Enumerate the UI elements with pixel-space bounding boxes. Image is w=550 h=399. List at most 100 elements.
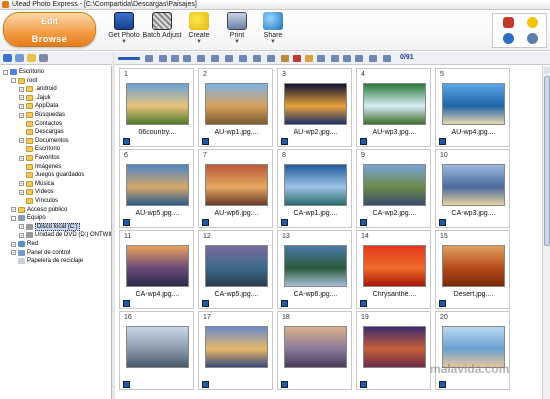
photo-cell[interactable]: 16: [119, 311, 194, 390]
expand-icon[interactable]: +: [19, 224, 24, 230]
photo-thumbnail[interactable]: [363, 83, 426, 125]
photo-thumbnail[interactable]: [442, 83, 505, 125]
collapse-icon[interactable]: -: [11, 78, 16, 84]
photo-cell[interactable]: 18: [277, 311, 352, 390]
expand-icon[interactable]: +: [19, 138, 24, 144]
tip-icon[interactable]: [527, 17, 538, 28]
thumbnail-size-slider[interactable]: [118, 57, 140, 60]
photo-cell[interactable]: 11 CA-wp4.jpg....: [119, 230, 194, 309]
photo-cell[interactable]: 17: [198, 311, 273, 390]
zoom-icon[interactable]: [183, 55, 191, 62]
photo-cell[interactable]: 6 AU-wp5.jpg....: [119, 149, 194, 228]
tree-item[interactable]: + Música: [19, 180, 54, 188]
photo-cell[interactable]: 13 CA-wp6.jpg....: [277, 230, 352, 309]
rotate-right-icon[interactable]: [171, 55, 179, 62]
photo-cell[interactable]: 20: [435, 311, 510, 390]
mail-icon[interactable]: [305, 55, 313, 62]
photo-cell[interactable]: 4 AU-wp3.jpg....: [356, 68, 431, 147]
photo-cell[interactable]: 14 Chrysanthe....: [356, 230, 431, 309]
edit-mode-button[interactable]: Edit: [4, 13, 95, 30]
create-button[interactable]: Create ▼: [178, 12, 220, 50]
expand-icon[interactable]: +: [19, 103, 24, 109]
expand-icon[interactable]: +: [19, 155, 24, 161]
photo-cell[interactable]: 9 CA-wp2.jpg....: [356, 149, 431, 228]
tree-item[interactable]: + Disco local (C:): [19, 222, 80, 231]
tree-item[interactable]: + .android: [19, 85, 57, 93]
search-icon[interactable]: [527, 33, 538, 44]
photo-thumbnail[interactable]: [284, 164, 347, 206]
photo-thumbnail[interactable]: [126, 245, 189, 287]
collapse-icon[interactable]: -: [3, 69, 8, 75]
tree-item[interactable]: + Búsquedas: [19, 111, 65, 119]
properties-icon[interactable]: [355, 55, 363, 62]
photo-cell[interactable]: 8 CA-wp1.jpg....: [277, 149, 352, 228]
photo-thumbnail[interactable]: [205, 83, 268, 125]
rotate-left-icon[interactable]: [159, 55, 167, 62]
scroll-up-icon[interactable]: [544, 67, 550, 74]
expand-icon[interactable]: +: [19, 112, 24, 118]
photo-thumbnail[interactable]: [284, 245, 347, 287]
expand-icon[interactable]: +: [19, 232, 24, 238]
photo-cell[interactable]: 2 AU-wp1.jpg....: [198, 68, 273, 147]
tree-item[interactable]: - root: [11, 77, 37, 85]
photo-cell[interactable]: 1 06country....: [119, 68, 194, 147]
tree-item[interactable]: Contactos: [19, 120, 62, 128]
nav-prev-icon[interactable]: [369, 55, 377, 62]
tree-item[interactable]: + Documentos: [19, 137, 69, 145]
photo-thumbnail[interactable]: [205, 326, 268, 368]
tree-item[interactable]: + Unidad de DVD (D:) ONTWIN: [19, 231, 111, 239]
tree-item[interactable]: - Escritorio: [3, 68, 44, 76]
photo-thumbnail[interactable]: [205, 245, 268, 287]
share-button[interactable]: Share ▼: [252, 12, 294, 50]
expand-icon[interactable]: +: [11, 241, 16, 247]
photo-thumbnail[interactable]: [363, 245, 426, 287]
tree-item[interactable]: + .Jajuk: [19, 94, 51, 102]
grid-view-icon[interactable]: [197, 55, 205, 62]
photo-cell[interactable]: 15 Desert.jpg....: [435, 230, 510, 309]
photo-cell[interactable]: 7 AU-wp6.jpg....: [198, 149, 273, 228]
list-view-icon[interactable]: [211, 55, 219, 62]
photo-thumbnail[interactable]: [284, 83, 347, 125]
move-icon[interactable]: [343, 55, 351, 62]
expand-icon[interactable]: +: [19, 86, 24, 92]
pencil-icon[interactable]: [281, 55, 289, 62]
tree-item[interactable]: + AppData: [19, 102, 58, 110]
info-icon[interactable]: [317, 55, 325, 62]
photo-cell[interactable]: 12 CA-wp5.jpg....: [198, 230, 273, 309]
tree-item[interactable]: + Red: [11, 240, 38, 248]
photo-cell[interactable]: 5 AU-wp4.jpg....: [435, 68, 510, 147]
photo-thumbnail[interactable]: [442, 164, 505, 206]
vertical-scrollbar[interactable]: [542, 66, 550, 399]
compare-icon[interactable]: [253, 55, 261, 62]
photo-thumbnail[interactable]: [126, 326, 189, 368]
expand-icon[interactable]: +: [11, 250, 16, 256]
sort-icon[interactable]: [145, 55, 153, 62]
tree-item[interactable]: + Panel de control: [11, 249, 70, 257]
folder-up-icon[interactable]: [27, 54, 36, 62]
slideshow-icon[interactable]: [267, 55, 275, 62]
expand-icon[interactable]: +: [19, 95, 24, 101]
help-icon[interactable]: [503, 33, 514, 44]
batch-adjust-button[interactable]: Batch Adjust: [141, 12, 183, 50]
tree-item[interactable]: + Acceso público: [11, 206, 67, 214]
tree-item[interactable]: Descargas: [19, 128, 64, 136]
tree-item[interactable]: Juegos guardados: [19, 171, 84, 179]
tree-item[interactable]: - Equipo: [11, 214, 46, 222]
collapse-icon[interactable]: -: [11, 215, 16, 221]
photo-thumbnail[interactable]: [126, 83, 189, 125]
expand-icon[interactable]: +: [19, 189, 24, 195]
nav-next-icon[interactable]: [383, 55, 391, 62]
tree-item[interactable]: Imágenes: [19, 163, 61, 171]
home-icon[interactable]: [503, 17, 514, 28]
photo-thumbnail[interactable]: [126, 164, 189, 206]
get-photo-button[interactable]: Get Photo ▼: [103, 12, 145, 50]
select-all-icon[interactable]: [239, 55, 247, 62]
browse-mode-button[interactable]: Browse: [4, 30, 95, 46]
tree-item[interactable]: Vínculos: [19, 197, 58, 205]
photo-thumbnail[interactable]: [205, 164, 268, 206]
forward-icon[interactable]: [15, 54, 24, 62]
photo-cell[interactable]: 10 CA-wp3.jpg....: [435, 149, 510, 228]
photo-thumbnail[interactable]: [363, 326, 426, 368]
photo-cell[interactable]: 19: [356, 311, 431, 390]
expand-icon[interactable]: +: [11, 207, 16, 213]
